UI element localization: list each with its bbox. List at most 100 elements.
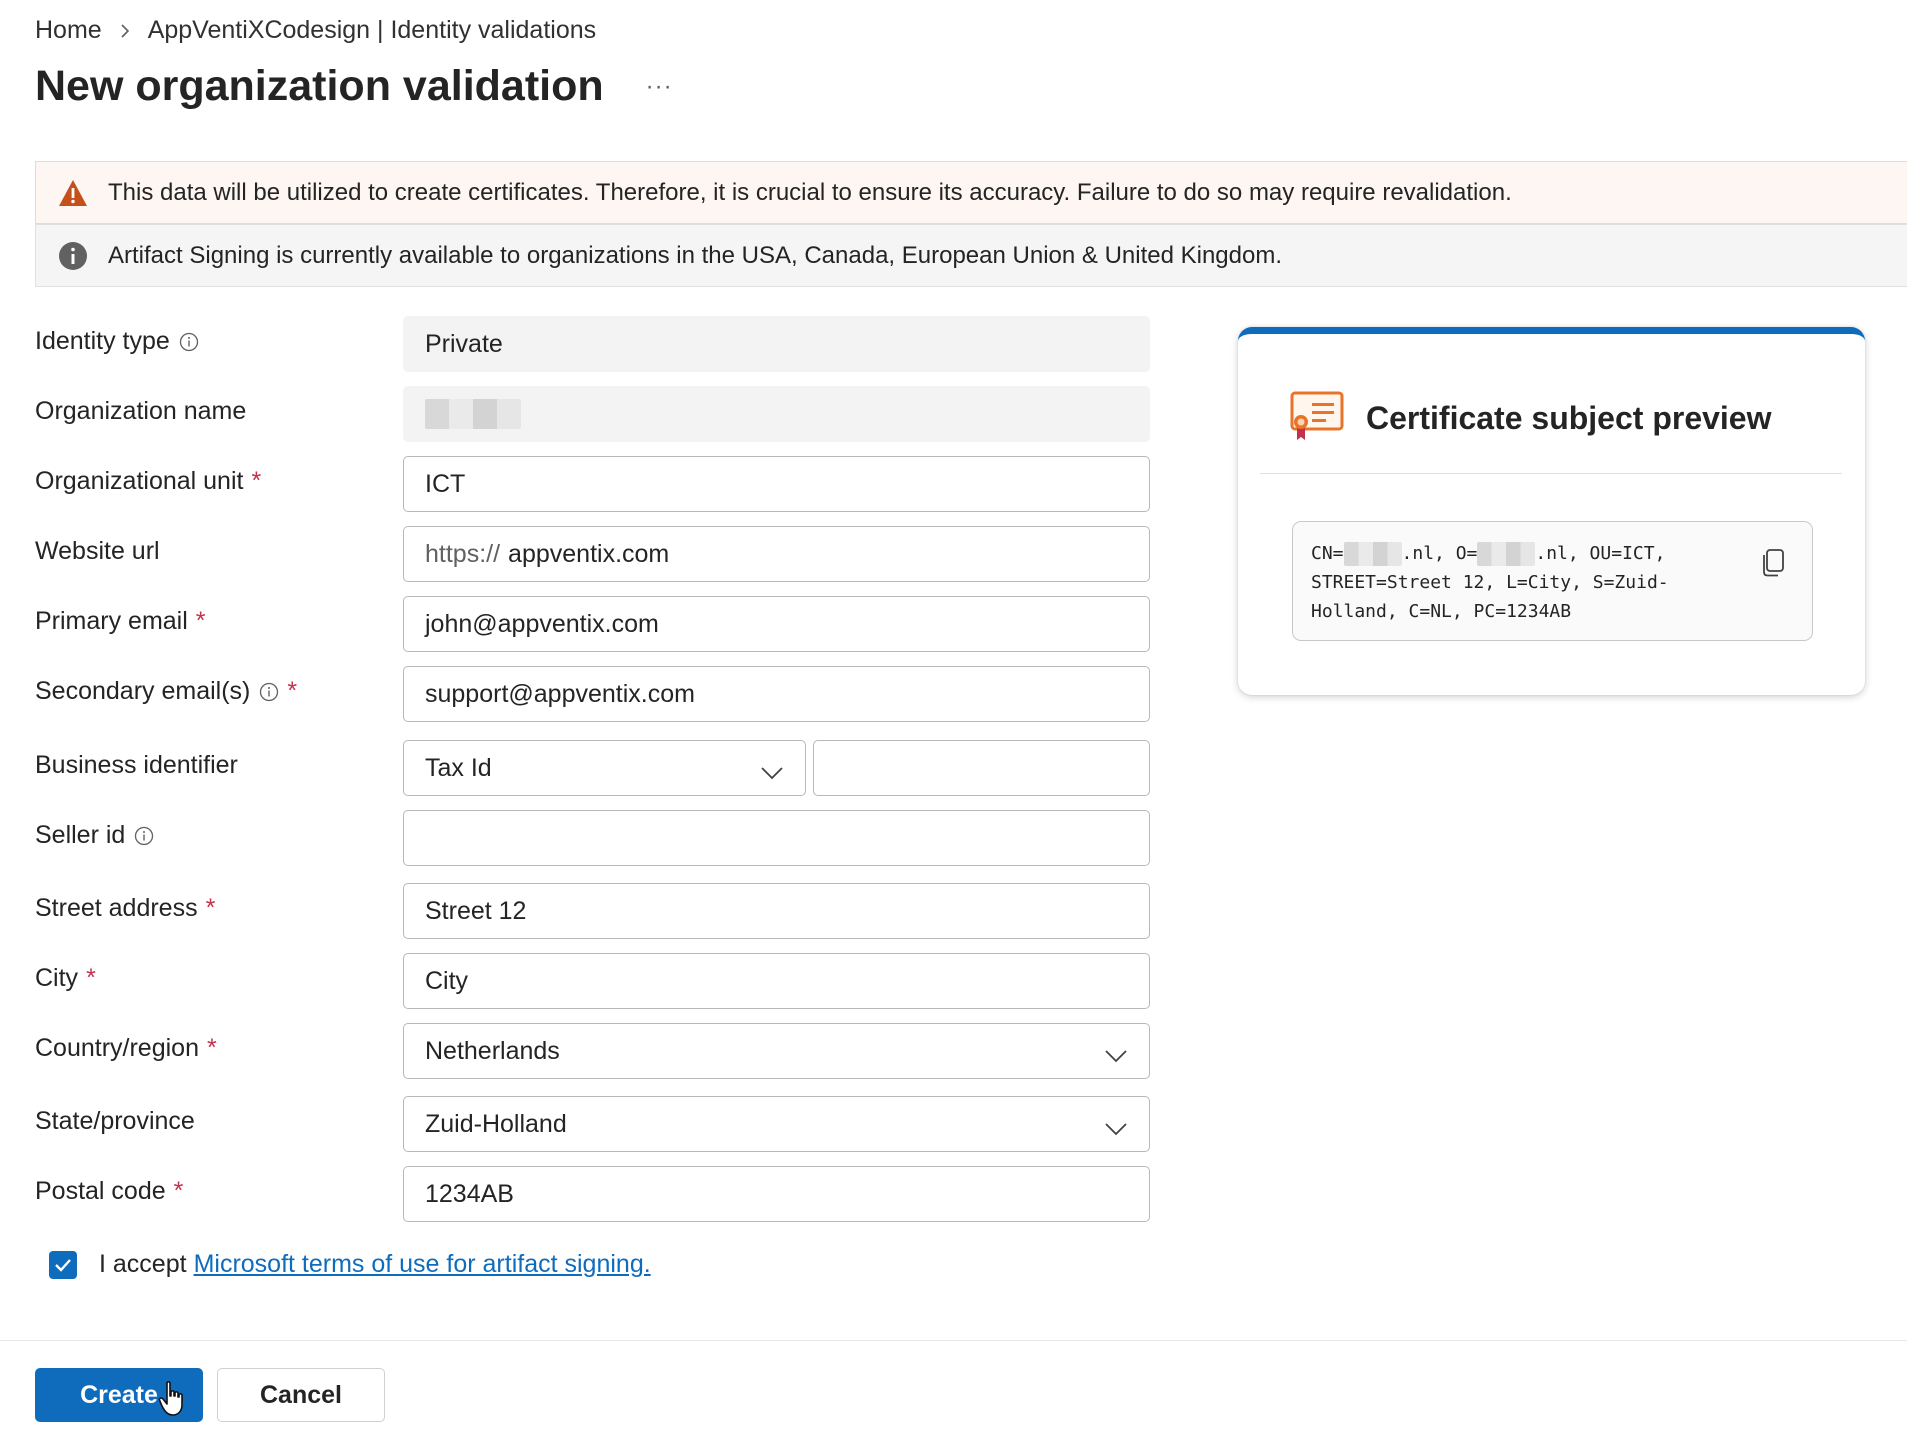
- chevron-down-icon: [1105, 1041, 1127, 1070]
- website-url-label-text: Website url: [35, 537, 160, 565]
- city-input[interactable]: City: [403, 953, 1150, 1009]
- secondary-emails-label: Secondary email(s) *: [35, 677, 297, 706]
- info-circle-icon[interactable]: [179, 332, 199, 352]
- info-circle-icon[interactable]: [134, 826, 154, 846]
- business-identifier-type-dropdown[interactable]: Tax Id: [403, 740, 806, 796]
- country-region-value: Netherlands: [425, 1036, 560, 1065]
- city-value: City: [425, 966, 469, 995]
- postal-code-label-text: Postal code: [35, 1177, 166, 1205]
- secondary-emails-value: support@appventix.com: [425, 679, 695, 708]
- identity-type-label: Identity type: [35, 327, 199, 356]
- business-identifier-input[interactable]: [813, 740, 1150, 796]
- primary-email-input[interactable]: john@appventix.com: [403, 596, 1150, 652]
- identity-type-label-text: Identity type: [35, 327, 170, 355]
- required-marker: *: [206, 1034, 217, 1062]
- required-marker: *: [86, 964, 96, 992]
- state-province-value: Zuid-Holland: [425, 1109, 567, 1138]
- state-province-dropdown[interactable]: Zuid-Holland: [403, 1096, 1150, 1152]
- postal-code-value: 1234AB: [425, 1179, 514, 1208]
- organizational-unit-value: ICT: [425, 469, 466, 498]
- primary-email-label-text: Primary email: [35, 607, 188, 635]
- country-region-dropdown[interactable]: Netherlands: [403, 1023, 1150, 1079]
- certificate-icon: [1290, 391, 1344, 446]
- subject-cn-prefix: CN=: [1311, 543, 1344, 564]
- info-banner: Artifact Signing is currently available …: [35, 224, 1907, 287]
- identity-type-value: Private: [425, 329, 503, 358]
- chevron-right-icon: [120, 23, 130, 38]
- terms-row: I accept Microsoft terms of use for arti…: [49, 1250, 651, 1279]
- street-address-label-text: Street address: [35, 894, 198, 922]
- url-prefix: https://: [425, 539, 501, 568]
- state-province-label: State/province: [35, 1107, 195, 1136]
- city-label: City *: [35, 964, 96, 993]
- cancel-button[interactable]: Cancel: [217, 1368, 385, 1422]
- country-region-label-text: Country/region: [35, 1034, 199, 1062]
- warning-text: This data will be utilized to create cer…: [108, 178, 1512, 206]
- breadcrumb-current[interactable]: AppVentiXCodesign | Identity validations: [148, 16, 596, 45]
- seller-id-label-text: Seller id: [35, 821, 126, 849]
- info-icon: [58, 241, 88, 271]
- organizational-unit-input[interactable]: ICT: [403, 456, 1150, 512]
- terms-link[interactable]: Microsoft terms of use for artifact sign…: [194, 1250, 651, 1279]
- business-identifier-label-text: Business identifier: [35, 751, 238, 779]
- chevron-down-icon: [1105, 1114, 1127, 1143]
- info-text: Artifact Signing is currently available …: [108, 241, 1282, 269]
- card-title: Certificate subject preview: [1366, 400, 1772, 436]
- certificate-subject-box: CN= .nl, O= .nl, OU=ICT, STREET=Street 12,…: [1292, 521, 1813, 641]
- organization-name-label-text: Organization name: [35, 397, 247, 425]
- state-province-label-text: State/province: [35, 1107, 195, 1135]
- secondary-emails-input[interactable]: support@appventix.com: [403, 666, 1150, 722]
- redacted-value: [1343, 542, 1402, 566]
- seller-id-label: Seller id: [35, 821, 154, 850]
- breadcrumb: Home AppVentiXCodesign | Identity valida…: [35, 16, 596, 45]
- warning-banner: This data will be utilized to create cer…: [35, 161, 1907, 224]
- seller-id-input[interactable]: [403, 810, 1150, 866]
- website-url-label: Website url: [35, 537, 160, 566]
- business-identifier-label: Business identifier: [35, 751, 238, 780]
- redacted-value: [1477, 542, 1536, 566]
- redacted-value: [425, 399, 521, 429]
- info-circle-icon[interactable]: [259, 682, 279, 702]
- city-label-text: City: [35, 964, 79, 992]
- page-title: New organization validation: [35, 62, 604, 110]
- subject-line-3: Holland, C=NL, PC=1234AB: [1311, 601, 1572, 622]
- required-marker: *: [251, 467, 262, 495]
- required-marker: *: [287, 677, 298, 705]
- subject-o-suffix: .nl, OU=ICT,: [1535, 543, 1666, 564]
- primary-email-label: Primary email *: [35, 607, 206, 636]
- organizational-unit-label: Organizational unit *: [35, 467, 261, 496]
- website-url-input[interactable]: https:// appventix.com: [403, 526, 1150, 582]
- subject-line-2: STREET=Street 12, L=City, S=Zuid-: [1311, 572, 1669, 593]
- website-url-value: appventix.com: [508, 539, 670, 568]
- checkmark-icon: [55, 1258, 71, 1272]
- street-address-value: Street 12: [425, 896, 527, 925]
- required-marker: *: [173, 1177, 184, 1205]
- subject-line-1: CN= .nl, O= .nl, OU=ICT,: [1311, 539, 1752, 568]
- breadcrumb-home[interactable]: Home: [35, 16, 102, 45]
- card-header: Certificate subject preview: [1260, 364, 1842, 474]
- certificate-preview-card: Certificate subject preview CN= .nl, O= .n…: [1238, 327, 1865, 695]
- more-options-button[interactable]: ···: [646, 73, 673, 101]
- warning-icon: [58, 178, 88, 208]
- hand-pointer-icon: [158, 1381, 188, 1422]
- organization-name-label: Organization name: [35, 397, 246, 426]
- identity-type-field: Private: [403, 316, 1150, 372]
- subject-cn-suffix: .nl, O=: [1401, 543, 1478, 564]
- business-identifier-type-value: Tax Id: [425, 753, 492, 782]
- postal-code-label: Postal code *: [35, 1177, 183, 1206]
- organization-name-field: [403, 386, 1150, 442]
- copy-icon[interactable]: [1762, 549, 1784, 586]
- secondary-emails-label-text: Secondary email(s): [35, 677, 251, 705]
- chevron-down-icon: [761, 758, 783, 787]
- required-marker: *: [205, 894, 216, 922]
- terms-checkbox[interactable]: [49, 1250, 77, 1279]
- title-row: New organization validation ···: [35, 62, 673, 111]
- street-address-label: Street address *: [35, 894, 215, 923]
- terms-prefix: I accept: [99, 1250, 187, 1278]
- required-marker: *: [195, 607, 206, 635]
- street-address-input[interactable]: Street 12: [403, 883, 1150, 939]
- organizational-unit-label-text: Organizational unit: [35, 467, 244, 495]
- primary-email-value: john@appventix.com: [425, 609, 659, 638]
- postal-code-input[interactable]: 1234AB: [403, 1166, 1150, 1222]
- country-region-label: Country/region *: [35, 1034, 217, 1063]
